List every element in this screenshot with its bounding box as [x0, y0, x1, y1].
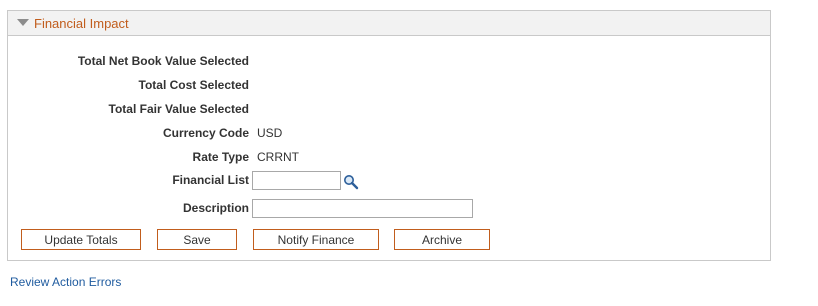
- review-action-errors-link[interactable]: Review Action Errors: [10, 275, 121, 289]
- currency-code-row: Currency Code: [8, 126, 249, 142]
- financial-impact-panel: Financial Impact Total Net Book Value Se…: [7, 10, 771, 261]
- panel-header[interactable]: Financial Impact: [8, 11, 770, 36]
- description-row: Description: [8, 201, 249, 217]
- financial-list-label: Financial List: [172, 173, 249, 187]
- update-totals-button[interactable]: Update Totals: [21, 229, 141, 250]
- save-button[interactable]: Save: [157, 229, 237, 250]
- total-fair-value-row: Total Fair Value Selected: [8, 102, 250, 118]
- total-fair-value-label: Total Fair Value Selected: [108, 102, 250, 116]
- collapse-triangle-icon[interactable]: [17, 19, 29, 26]
- panel-title: Financial Impact: [34, 16, 129, 31]
- total-net-book-value-label: Total Net Book Value Selected: [77, 54, 249, 68]
- currency-code-label: Currency Code: [162, 126, 249, 140]
- rate-type-value: CRRNT: [257, 150, 299, 164]
- description-label: Description: [182, 201, 249, 215]
- notify-finance-button[interactable]: Notify Finance: [253, 229, 379, 250]
- total-cost-row: Total Cost Selected: [8, 78, 249, 94]
- total-cost-label: Total Cost Selected: [138, 78, 249, 92]
- total-net-book-value-row: Total Net Book Value Selected: [8, 54, 249, 70]
- currency-code-value: USD: [257, 126, 283, 140]
- description-input[interactable]: [252, 199, 473, 218]
- rate-type-label: Rate Type: [192, 150, 249, 164]
- financial-list-row: Financial List: [8, 173, 249, 189]
- rate-type-row: Rate Type: [8, 150, 249, 166]
- archive-button[interactable]: Archive: [394, 229, 490, 250]
- financial-list-input[interactable]: [252, 171, 341, 190]
- lookup-magnifier-icon[interactable]: [343, 174, 359, 190]
